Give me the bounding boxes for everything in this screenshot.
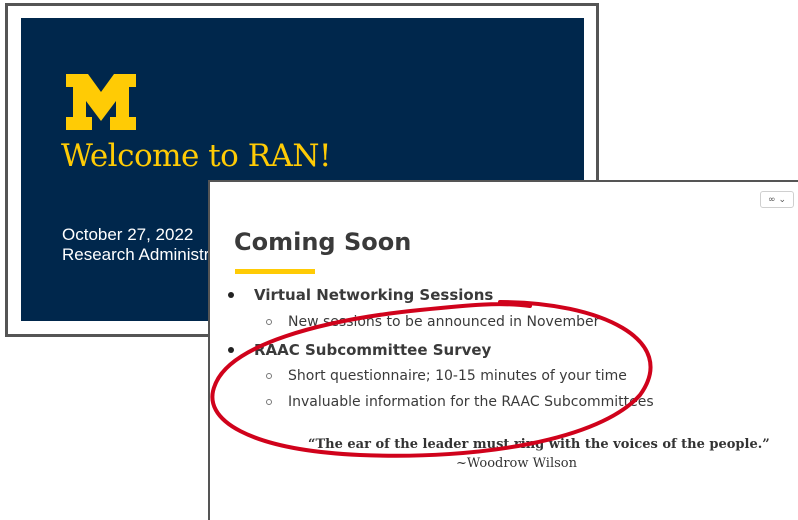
sub-bullet-item: New sessions to be announced in November (266, 314, 599, 330)
welcome-title: Welcome to RAN! (61, 138, 332, 174)
event-date: October 27, 2022 (62, 225, 194, 244)
quote-text: “The ear of the leader must ring with th… (308, 437, 770, 452)
sub-bullet-label: Short questionnaire; 10-15 minutes of yo… (288, 368, 627, 384)
sub-bullet-label: New sessions to be announced in November (288, 314, 600, 330)
sub-bullet-label: Invaluable information for the RAAC Subc… (288, 394, 654, 410)
bullet-label: Virtual Networking Sessions (254, 286, 494, 304)
bullet-label: RAAC Subcommittee Survey (254, 341, 492, 359)
bullet-item: Virtual Networking Sessions (228, 286, 493, 304)
sub-bullet-ring (266, 373, 272, 379)
sub-bullet-ring (266, 399, 272, 405)
link-icon: ∞ (767, 194, 776, 205)
organization-name: Research Administr (62, 245, 210, 264)
bullet-item: RAAC Subcommittee Survey (228, 341, 491, 359)
chevron-down-icon: ⌄ (778, 194, 787, 205)
bullet-dot (228, 347, 234, 353)
slide-title: Coming Soon (234, 228, 412, 256)
front-slide: ∞ ⌄ Coming Soon Virtual Networking Sessi… (208, 180, 798, 520)
title-underline (235, 269, 315, 274)
quote-author: ~Woodrow Wilson (456, 456, 577, 471)
sub-bullet-item: Invaluable information for the RAAC Subc… (266, 394, 654, 410)
sub-bullet-ring (266, 319, 272, 325)
bullet-dot (228, 292, 234, 298)
link-toggle-button[interactable]: ∞ ⌄ (760, 191, 794, 208)
sub-bullet-item: Short questionnaire; 10-15 minutes of yo… (266, 368, 627, 384)
block-m-logo (66, 74, 136, 130)
